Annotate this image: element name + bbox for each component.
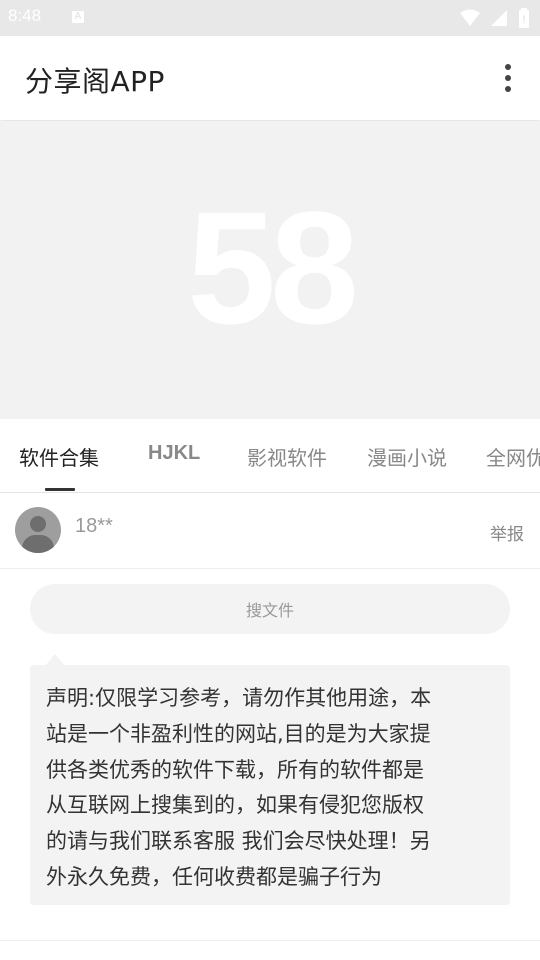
menu-dot	[505, 86, 511, 92]
tab-whole-network[interactable]: 全网优	[486, 442, 540, 471]
divider	[0, 940, 540, 941]
search-files-button[interactable]: 搜文件	[30, 584, 510, 634]
menu-dot	[505, 75, 511, 81]
wifi-icon	[460, 9, 480, 26]
search-files-label: 搜文件	[245, 601, 294, 620]
disclaimer-bubble: 声明:仅限学习参考，请勿作其他用途，本 站是一个非盈利性的网站,目的是为大家提 …	[30, 665, 510, 905]
status-time: 8:48	[8, 6, 42, 25]
battery-icon: !	[519, 8, 529, 28]
disclaimer-line: 声明:仅限学习参考，请勿作其他用途，本	[46, 686, 432, 710]
app-bar: 分享阁APP	[0, 36, 540, 120]
tab-hjkl[interactable]: HJKL	[148, 442, 200, 465]
notification-icon: A	[72, 11, 84, 23]
banner-watermark: 58	[187, 178, 359, 357]
avatar-head	[30, 516, 46, 532]
app-title: 分享阁APP	[25, 65, 165, 98]
post-header: 18** 举报	[0, 493, 540, 569]
status-icons: !	[460, 8, 530, 28]
svg-text:!: !	[522, 14, 526, 26]
disclaimer-line: 供各类优秀的软件下载，所有的软件都是	[46, 757, 424, 782]
report-button[interactable]: 举报	[490, 520, 524, 545]
disclaimer-line: 站是一个非盈利性的网站,目的是为大家提	[46, 721, 431, 746]
more-vert-icon[interactable]	[496, 62, 520, 94]
disclaimer-line: 的请与我们联系客服 我们会尽快处理！另	[46, 829, 431, 854]
menu-dot	[505, 64, 511, 70]
signal-icon	[491, 10, 507, 26]
tab-indicator	[45, 488, 75, 491]
tab-software-collection[interactable]: 软件合集	[19, 442, 99, 471]
disclaimer-line: 外永久免费，任何收费都是骗子行为	[46, 864, 382, 889]
tab-video-software[interactable]: 影视软件	[247, 442, 327, 471]
status-bar: 8:48 A !	[0, 0, 540, 36]
disclaimer-line: 从互联网上搜集到的，如果有侵犯您版权	[46, 793, 424, 818]
username: 18**	[75, 515, 113, 537]
banner[interactable]: 58	[0, 121, 540, 419]
category-tabs: 软件合集 HJKL 影视软件 漫画小说 全网优	[0, 420, 540, 493]
avatar-body	[22, 535, 54, 553]
tab-comics-novels[interactable]: 漫画小说	[367, 442, 447, 471]
avatar[interactable]	[15, 507, 61, 553]
